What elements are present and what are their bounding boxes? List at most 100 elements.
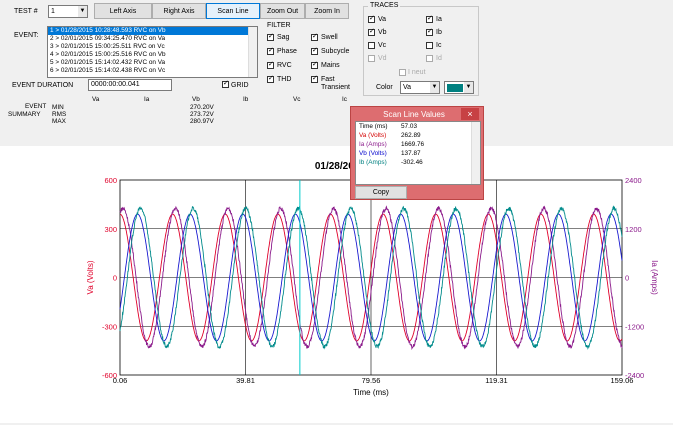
trace-label: Vd	[378, 55, 387, 62]
color-trace-value: Va	[403, 84, 412, 91]
color-swatch-select[interactable]: ▼	[444, 81, 474, 94]
summary-header: Va	[92, 96, 100, 103]
filter-title: FILTER	[267, 22, 291, 29]
color-trace-select[interactable]: Va ▼	[400, 81, 440, 94]
event-list-item[interactable]: 6 > 02/01/2015 15:14:02.438 RVC on Vc	[48, 67, 257, 75]
scan-value-number: -302.46	[401, 159, 423, 166]
filter-checkbox[interactable]	[311, 34, 318, 41]
waveform-chart-area[interactable]: 01/28/2015 10:28:48.5370.0639.8179.56119…	[0, 146, 673, 423]
scan-value-label: Va (Volts)	[359, 132, 387, 139]
scan-value-row: Va (Volts) 262.89	[356, 131, 480, 140]
scan-values-scrollbar[interactable]	[471, 122, 480, 184]
waveform-chart[interactable]: 01/28/2015 10:28:48.5370.0639.8179.56119…	[0, 146, 673, 423]
scan-value-label: Time (ms)	[359, 123, 388, 130]
chevron-down-icon: ▼	[464, 82, 473, 93]
trace-label: Ia	[436, 16, 442, 23]
scan-value-number: 1669.76	[401, 141, 425, 148]
trace-checkbox[interactable]	[368, 16, 375, 23]
event-listbox[interactable]: 1 > 01/28/2015 10:28:48.593 RVC on Vb 2 >…	[47, 26, 258, 78]
filter-label: THD	[277, 76, 292, 83]
event-duration-label: EVENT DURATION	[12, 82, 74, 89]
filter-checkbox[interactable]	[267, 62, 274, 69]
scan-value-row: Ib (Amps) -302.46	[356, 158, 480, 167]
trace-checkbox[interactable]	[368, 29, 375, 36]
filter-checkbox[interactable]	[311, 48, 318, 55]
summary-header: Ia	[144, 96, 150, 103]
filter-checkbox[interactable]	[311, 62, 318, 69]
filter-checkbox[interactable]	[267, 34, 274, 41]
trace-checkbox[interactable]	[368, 42, 375, 49]
scan-value-label: Vb (Volts)	[359, 150, 387, 157]
event-list-item[interactable]: 4 > 02/01/2015 15:00:25.516 RVC on Vb	[48, 51, 257, 59]
event-duration-value: 0000:00:00.041	[91, 81, 140, 88]
event-list-item[interactable]: 5 > 02/01/2015 15:14:02.432 RVC on Va	[48, 59, 257, 67]
trace-checkbox[interactable]	[368, 55, 375, 62]
zoom-in-button[interactable]: Zoom In	[305, 3, 349, 19]
right-axis-button[interactable]: Right Axis	[152, 3, 206, 19]
scan-values-list: Time (ms) 57.03 Va (Volts) 262.89 Ia (Amps) 1…	[355, 121, 481, 185]
event-list-item[interactable]: 1 > 01/28/2015 10:28:48.593 RVC on Vb	[48, 27, 257, 35]
summary-row-label: RMS	[52, 111, 67, 118]
y-left-tick-label: -300	[102, 322, 117, 331]
scan-value-label: Ib (Amps)	[359, 159, 387, 166]
summary-label-1: EVENT	[25, 103, 47, 110]
event-list-item[interactable]: 3 > 02/01/2015 15:00:25.511 RVC on Vc	[48, 43, 257, 51]
grid-checkbox[interactable]	[222, 81, 229, 88]
grid-label: GRID	[231, 82, 249, 89]
trace-label: Id	[436, 55, 442, 62]
color-swatch	[447, 84, 463, 92]
filter-checkbox[interactable]	[267, 48, 274, 55]
close-button[interactable]: ×	[461, 108, 479, 120]
scan-value-number: 57.03	[401, 123, 417, 130]
y-left-axis-label: Va (Volts)	[86, 260, 95, 294]
copy-button[interactable]: Copy	[355, 186, 407, 199]
filter-label: Fast Transient	[321, 76, 350, 91]
traces-title: TRACES	[368, 2, 401, 9]
trace-label: Vb	[378, 29, 387, 36]
x-axis-label: Time (ms)	[353, 388, 389, 397]
scan-values-rows: Time (ms) 57.03 Va (Volts) 262.89 Ia (Amps) 1…	[356, 122, 480, 167]
y-right-tick-label: -2400	[625, 371, 644, 380]
x-tick-label: 119.31	[485, 376, 507, 385]
summary-label-2: SUMMARY	[8, 111, 41, 118]
filter-label: Subcycle	[321, 48, 350, 55]
test-label: TEST #	[14, 8, 38, 15]
summary-row-label: MIN	[52, 104, 64, 111]
y-right-tick-label: 1200	[625, 225, 642, 234]
summary-vb-value: 270.20V	[190, 104, 214, 111]
event-duration-field[interactable]: 0000:00:00.041	[88, 79, 172, 91]
trace-checkbox[interactable]	[426, 16, 433, 23]
filter-label: Sag	[277, 34, 290, 41]
summary-header: Vb	[192, 96, 200, 103]
filter-checkbox[interactable]	[267, 76, 274, 83]
trace-checkbox[interactable]	[426, 55, 433, 62]
scan-value-number: 137.87	[401, 150, 421, 157]
test-select[interactable]: 1 ▼	[48, 5, 88, 18]
summary-header: Ib	[243, 96, 249, 103]
trace-checkbox[interactable]	[426, 29, 433, 36]
x-tick-label: 79.56	[362, 376, 381, 385]
filter-checkbox[interactable]	[311, 76, 318, 83]
y-left-tick-label: -600	[102, 371, 117, 380]
scan-line-button[interactable]: Scan Line	[206, 3, 260, 19]
trace-label: Ic	[436, 42, 442, 49]
dialog-title: Scan Line Values	[383, 110, 445, 119]
trace-checkbox[interactable]	[426, 42, 433, 49]
zoom-out-button[interactable]: Zoom Out	[260, 3, 305, 19]
summary-header: Ic	[342, 96, 347, 103]
scan-value-row: Ia (Amps) 1669.76	[356, 140, 480, 149]
scan-value-number: 262.89	[401, 132, 421, 139]
ineut-label: I neut	[408, 69, 426, 76]
summary-vb-value: 280.97V	[190, 118, 214, 125]
chevron-down-icon: ▼	[430, 82, 439, 93]
scan-value-label: Ia (Amps)	[359, 141, 387, 148]
event-list-item[interactable]: 2 > 02/01/2015 09:34:25.470 RVC on Va	[48, 35, 257, 43]
y-left-tick-label: 300	[104, 225, 117, 234]
left-axis-button[interactable]: Left Axis	[94, 3, 152, 19]
event-scrollbar[interactable]	[248, 27, 257, 77]
trace-label: Va	[378, 16, 387, 23]
ineut-checkbox[interactable]	[399, 69, 406, 76]
summary-row-label: MAX	[52, 118, 66, 125]
y-right-tick-label: 0	[625, 274, 629, 283]
trace-label: Ib	[436, 29, 442, 36]
